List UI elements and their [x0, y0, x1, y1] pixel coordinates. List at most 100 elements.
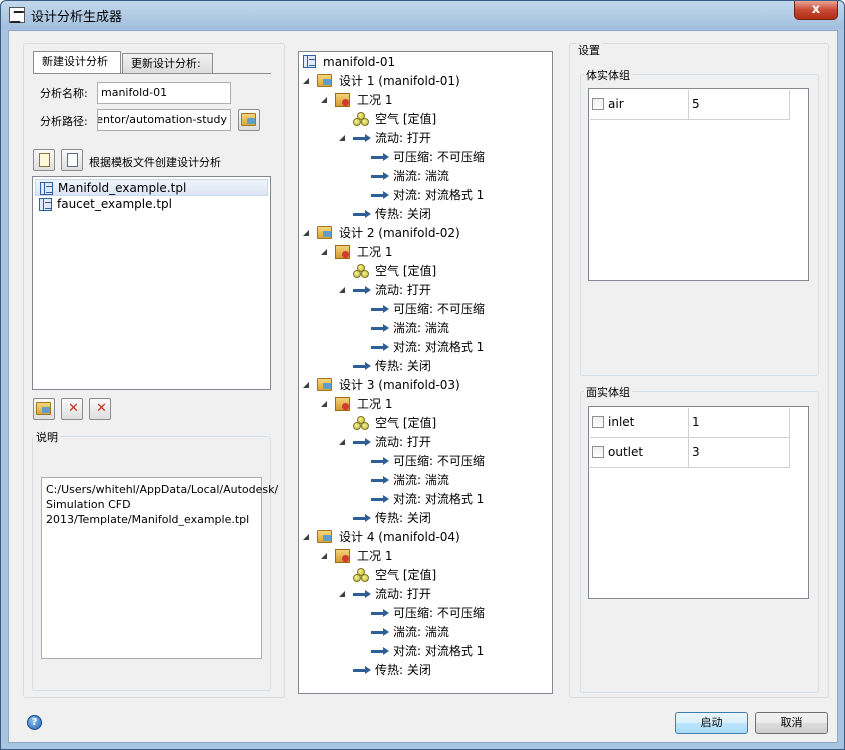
- browse-folder-button[interactable]: [238, 109, 260, 131]
- tree-advection[interactable]: 对流: 对流格式 1: [299, 338, 549, 357]
- tree-node-label: 设计 1 (manifold-01): [339, 74, 460, 88]
- cancel-button[interactable]: 取消: [755, 712, 828, 734]
- tree-scenario[interactable]: 工况 1: [299, 91, 549, 110]
- expand-triangle-icon[interactable]: [303, 230, 309, 236]
- tree-scenario[interactable]: 工况 1: [299, 547, 549, 566]
- entity-value-cell[interactable]: 1: [689, 408, 790, 437]
- arrow-right-icon: [371, 153, 389, 161]
- expand-triangle-icon[interactable]: [339, 439, 345, 445]
- tree-compressibility[interactable]: 可压缩: 不可压缩: [299, 452, 549, 471]
- tree-node-label: 湍流: 湍流: [393, 321, 449, 335]
- expand-triangle-icon[interactable]: [339, 135, 345, 141]
- entity-checkbox[interactable]: [592, 416, 604, 428]
- tree-design[interactable]: 设计 4 (manifold-04): [299, 528, 549, 547]
- blank-page-button[interactable]: [61, 149, 83, 171]
- analysis-path-input[interactable]: Inventor/automation-study: [97, 109, 231, 131]
- start-button[interactable]: 启动: [675, 712, 748, 734]
- open-template-button[interactable]: [33, 398, 55, 420]
- tree-advection[interactable]: 对流: 对流格式 1: [299, 642, 549, 661]
- tree-material[interactable]: 空气 [定值]: [299, 262, 549, 281]
- open-folder-icon: [241, 113, 256, 126]
- tree-flow[interactable]: 流动: 打开: [299, 433, 549, 452]
- design-tree[interactable]: manifold-01 设计 1 (manifold-01) 工况 1 空气 [定值…: [298, 51, 553, 694]
- expand-triangle-icon[interactable]: [303, 382, 309, 388]
- tree-material[interactable]: 空气 [定值]: [299, 110, 549, 129]
- title-bar[interactable]: 设计分析生成器 x: [1, 1, 844, 29]
- tab-new-analysis[interactable]: 新建设计分析: [33, 51, 121, 73]
- dialog-client: 新建设计分析 更新设计分析: 分析名称: manifold-01 分析路径: I…: [8, 30, 838, 743]
- surface-grid[interactable]: inlet 1 outlet 3: [588, 406, 809, 599]
- expand-triangle-icon[interactable]: [339, 287, 345, 293]
- tree-node-label: 流动: 打开: [375, 587, 431, 601]
- tree-compressibility[interactable]: 可压缩: 不可压缩: [299, 604, 549, 623]
- template-list[interactable]: Manifold_example.tpl faucet_example.tpl: [32, 176, 271, 390]
- arrow-right-icon: [371, 495, 389, 503]
- analysis-name-input[interactable]: manifold-01: [97, 82, 231, 104]
- tree-node-label: 湍流: 湍流: [393, 625, 449, 639]
- tree-compressibility[interactable]: 可压缩: 不可压缩: [299, 300, 549, 319]
- tab-update-analysis[interactable]: 更新设计分析:: [122, 53, 213, 73]
- expand-triangle-icon[interactable]: [339, 591, 345, 597]
- tree-turbulence[interactable]: 湍流: 湍流: [299, 319, 549, 338]
- tree-scenario[interactable]: 工况 1: [299, 243, 549, 262]
- tree-flow[interactable]: 流动: 打开: [299, 281, 549, 300]
- list-item[interactable]: Manifold_example.tpl: [35, 179, 268, 196]
- help-icon[interactable]: ?: [27, 715, 42, 730]
- tree-node-label: 对流: 对流格式 1: [393, 492, 485, 506]
- delete-all-button[interactable]: ✕: [89, 398, 111, 420]
- tree-turbulence[interactable]: 湍流: 湍流: [299, 471, 549, 490]
- entity-name-cell[interactable]: inlet: [590, 408, 689, 437]
- tree-node-label: 设计 4 (manifold-04): [339, 530, 460, 544]
- tree-design[interactable]: 设计 3 (manifold-03): [299, 376, 549, 395]
- expand-triangle-icon[interactable]: [321, 401, 327, 407]
- template-create-label: 根据模板文件创建设计分析: [89, 156, 221, 169]
- tree-heat-transfer[interactable]: 传热: 关闭: [299, 661, 549, 680]
- tree-heat-transfer[interactable]: 传热: 关闭: [299, 205, 549, 224]
- tree-material[interactable]: 空气 [定值]: [299, 566, 549, 585]
- expand-triangle-icon[interactable]: [321, 97, 327, 103]
- tree-material[interactable]: 空气 [定值]: [299, 414, 549, 433]
- tree-advection[interactable]: 对流: 对流格式 1: [299, 490, 549, 509]
- tree-flow[interactable]: 流动: 打开: [299, 585, 549, 604]
- list-item[interactable]: faucet_example.tpl: [35, 196, 268, 213]
- tree-heat-transfer[interactable]: 传热: 关闭: [299, 509, 549, 528]
- close-button[interactable]: x: [794, 1, 838, 20]
- expand-triangle-icon[interactable]: [321, 553, 327, 559]
- design-folder-icon: [317, 378, 332, 391]
- material-icon: [353, 568, 369, 582]
- expand-triangle-icon[interactable]: [321, 249, 327, 255]
- entity-name-cell[interactable]: air: [590, 90, 689, 119]
- tree-scenario[interactable]: 工况 1: [299, 395, 549, 414]
- tree-flow[interactable]: 流动: 打开: [299, 129, 549, 148]
- tree-turbulence[interactable]: 湍流: 湍流: [299, 623, 549, 642]
- table-row[interactable]: air 5: [590, 90, 790, 120]
- tree-node-label: 对流: 对流格式 1: [393, 188, 485, 202]
- entity-checkbox[interactable]: [592, 98, 604, 110]
- new-file-button[interactable]: [33, 149, 55, 171]
- tree-advection[interactable]: 对流: 对流格式 1: [299, 186, 549, 205]
- volume-grid[interactable]: air 5: [588, 88, 809, 281]
- arrow-right-icon: [371, 457, 389, 465]
- table-row[interactable]: outlet 3: [590, 438, 790, 468]
- tree-design[interactable]: 设计 1 (manifold-01): [299, 72, 549, 91]
- arrow-right-icon: [371, 628, 389, 636]
- delete-template-button[interactable]: ✕: [61, 398, 83, 420]
- entity-name-cell[interactable]: outlet: [590, 438, 689, 467]
- tree-heat-transfer[interactable]: 传热: 关闭: [299, 357, 549, 376]
- table-row[interactable]: inlet 1: [590, 408, 790, 438]
- tree-node-label: 对流: 对流格式 1: [393, 644, 485, 658]
- tree-node-label: 可压缩: 不可压缩: [393, 150, 485, 164]
- entity-value-cell[interactable]: 5: [689, 90, 790, 119]
- tree-design[interactable]: 设计 2 (manifold-02): [299, 224, 549, 243]
- entity-value-cell[interactable]: 3: [689, 438, 790, 467]
- entity-checkbox[interactable]: [592, 446, 604, 458]
- expand-triangle-icon[interactable]: [303, 78, 309, 84]
- arrow-right-icon: [371, 343, 389, 351]
- new-file-icon: [39, 153, 50, 167]
- tree-compressibility[interactable]: 可压缩: 不可压缩: [299, 148, 549, 167]
- arrow-right-icon: [371, 172, 389, 180]
- tree-node-label: 设计 3 (manifold-03): [339, 378, 460, 392]
- expand-triangle-icon[interactable]: [303, 534, 309, 540]
- description-text[interactable]: C:/Users/whitehl/AppData/Local/Autodesk/…: [41, 477, 278, 659]
- tree-turbulence[interactable]: 湍流: 湍流: [299, 167, 549, 186]
